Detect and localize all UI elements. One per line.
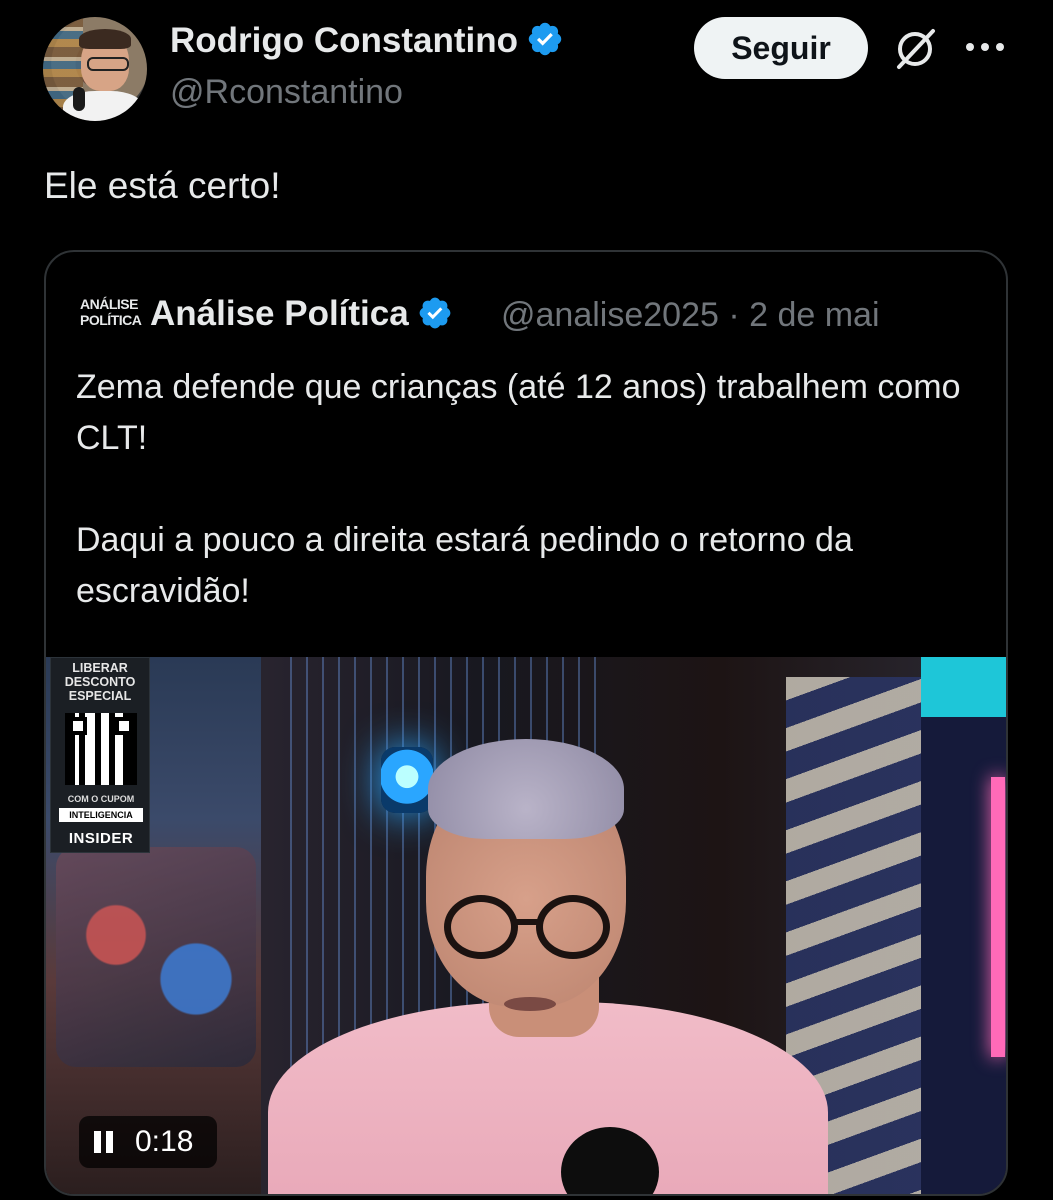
promo-coupon-label: COM O CUPOM: [67, 794, 135, 804]
avatar-hair: [79, 29, 131, 49]
video-bg-lamp: [381, 747, 433, 813]
verified-badge-icon: [528, 22, 562, 56]
video-person-mouth: [504, 997, 556, 1011]
video-promo-overlay: LIBERAR DESCONTO ESPECIAL COM O CUPOM IN…: [50, 657, 150, 853]
video-bg-graffiti: [56, 847, 256, 1067]
more-dots-icon[interactable]: [962, 30, 1008, 64]
grok-slash-circle-icon[interactable]: [890, 24, 940, 74]
author-name[interactable]: Rodrigo Constantino: [170, 21, 518, 60]
video-person-hair: [428, 739, 624, 839]
quoted-tweet-body: Zema defende que crianças (até 12 anos) …: [76, 362, 996, 617]
avatar-glasses: [87, 57, 129, 71]
logo-line-1: ANÁLISE: [80, 296, 138, 312]
logo-line-2: POLÍTICA: [80, 312, 142, 328]
qr-code: [65, 713, 137, 785]
video-person-glasses-bridge: [514, 919, 540, 925]
promo-title-line: DESCONTO: [64, 675, 136, 689]
quoted-avatar-logo[interactable]: ANÁLISE POLÍTICA: [80, 296, 142, 334]
quoted-paragraph: Zema defende que crianças (até 12 anos) …: [76, 368, 961, 457]
quoted-handle-date[interactable]: @analise2025 · 2 de mai: [501, 296, 880, 335]
pause-icon[interactable]: [93, 1131, 115, 1153]
avatar-mic: [73, 87, 85, 111]
promo-coupon-code: INTELIGENCIA: [59, 808, 143, 822]
video-bg-neon-strip: [991, 777, 1005, 1057]
follow-button[interactable]: Seguir: [694, 17, 868, 79]
quoted-paragraph: Daqui a pouco a direita estará pedindo o…: [76, 521, 853, 610]
video-person-glasses: [444, 895, 518, 959]
video-player[interactable]: LIBERAR DESCONTO ESPECIAL COM O CUPOM IN…: [46, 657, 1006, 1194]
promo-title-line: ESPECIAL: [68, 689, 132, 703]
video-time: 0:18: [135, 1125, 194, 1158]
author-name-row[interactable]: Rodrigo Constantino: [170, 20, 564, 61]
video-playback-control[interactable]: 0:18: [79, 1116, 217, 1168]
tweet-text: Ele está certo!: [44, 165, 281, 206]
quoted-tweet-card[interactable]: ANÁLISE POLÍTICA Análise Política @anali…: [44, 250, 1008, 1196]
promo-title-line: LIBERAR: [72, 661, 128, 675]
verified-badge-icon: [419, 297, 451, 329]
author-avatar[interactable]: [43, 17, 147, 121]
author-handle[interactable]: @Rconstantino: [170, 73, 403, 112]
quoted-author-name[interactable]: Análise Política: [150, 294, 409, 333]
promo-brand-logo: INSIDER: [68, 830, 134, 847]
video-person-glasses: [536, 895, 610, 959]
quoted-name-row[interactable]: Análise Política: [150, 294, 453, 334]
